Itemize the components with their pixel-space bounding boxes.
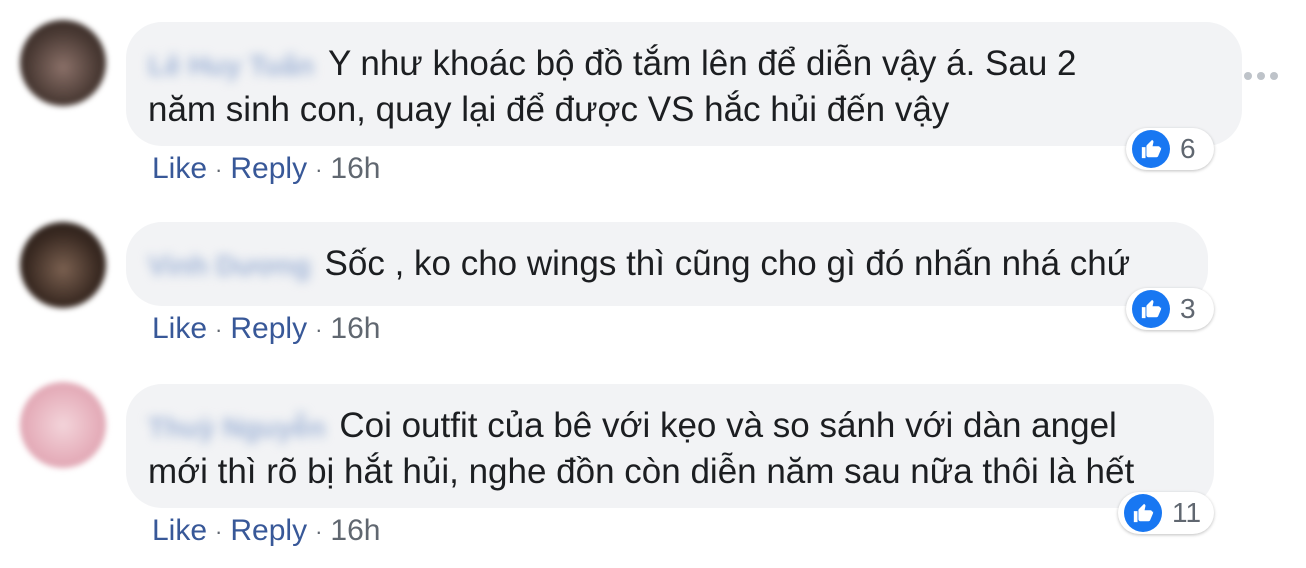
separator-dot: · xyxy=(315,157,323,183)
separator-dot: · xyxy=(215,519,223,545)
comment-text: Lê Huy Tuấn Y như khoác bộ đồ tắm lên để … xyxy=(148,42,1214,132)
comment-bubble: Vinh Dương Sốc , ko cho wings thì cũng ch… xyxy=(126,222,1208,306)
reply-link[interactable]: Reply xyxy=(230,312,307,345)
reaction-count: 11 xyxy=(1172,497,1202,528)
like-link[interactable]: Like xyxy=(152,514,207,547)
reaction-count: 3 xyxy=(1180,293,1196,324)
comment-author[interactable]: Vinh Dương xyxy=(148,244,311,288)
comment-line: Coi outfit của bê với kẹo và so sánh với… xyxy=(339,406,1117,445)
more-options-icon[interactable] xyxy=(1244,72,1278,80)
reaction-count: 6 xyxy=(1180,133,1196,164)
thumbs-up-icon xyxy=(1124,494,1162,532)
comment-author[interactable]: Lê Huy Tuấn xyxy=(148,44,314,88)
thumbs-up-icon xyxy=(1132,130,1170,168)
comment-actions: Like · Reply · 16h xyxy=(152,152,380,186)
separator-dot: · xyxy=(315,519,323,545)
comment-text: Vinh Dương Sốc , ko cho wings thì cũng ch… xyxy=(148,242,1180,288)
comment-line: Sốc , ko cho wings thì cũng cho gì đó nh… xyxy=(324,244,1131,283)
comment-bubble: Lê Huy Tuấn Y như khoác bộ đồ tắm lên để … xyxy=(126,22,1242,146)
comment-time[interactable]: 16h xyxy=(330,514,380,547)
separator-dot: · xyxy=(215,157,223,183)
reaction-count-badge[interactable]: 6 xyxy=(1126,128,1214,170)
comment-line: Y như khoác bộ đồ tắm lên để diễn vậy á.… xyxy=(327,44,1077,83)
comment-line: năm sinh con, quay lại để được VS hắc hủ… xyxy=(148,90,950,129)
comment-line: mới thì rõ bị hắt hủi, nghe đồn còn diễn… xyxy=(148,452,1135,491)
reaction-count-badge[interactable]: 3 xyxy=(1126,288,1214,330)
comment-time[interactable]: 16h xyxy=(330,312,380,345)
avatar[interactable] xyxy=(20,20,106,106)
thumbs-up-icon xyxy=(1132,290,1170,328)
comment-bubble: Thuỳ Nguyễn Coi outfit của bê với kẹo và … xyxy=(126,384,1214,508)
comment-actions: Like · Reply · 16h xyxy=(152,514,380,548)
separator-dot: · xyxy=(215,317,223,343)
reply-link[interactable]: Reply xyxy=(230,514,307,547)
separator-dot: · xyxy=(315,317,323,343)
like-link[interactable]: Like xyxy=(152,312,207,345)
comment-author[interactable]: Thuỳ Nguyễn xyxy=(148,406,325,450)
avatar[interactable] xyxy=(20,222,106,308)
comment-time[interactable]: 16h xyxy=(330,152,380,185)
reply-link[interactable]: Reply xyxy=(230,152,307,185)
comment-actions: Like · Reply · 16h xyxy=(152,312,380,346)
like-link[interactable]: Like xyxy=(152,152,207,185)
avatar[interactable] xyxy=(20,382,106,468)
reaction-count-badge[interactable]: 11 xyxy=(1118,492,1214,534)
comment-text: Thuỳ Nguyễn Coi outfit của bê với kẹo và … xyxy=(148,404,1186,494)
